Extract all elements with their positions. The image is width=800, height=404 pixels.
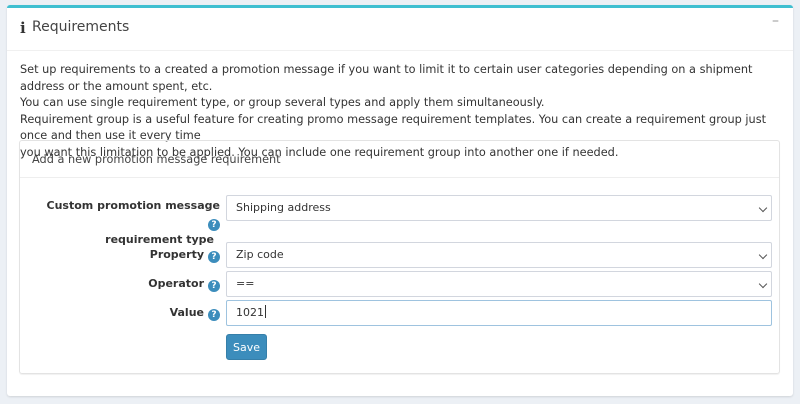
property-label-text: Property	[149, 248, 204, 261]
add-requirement-panel: Add a new promotion message requirement …	[19, 140, 780, 374]
help-icon[interactable]: ?	[208, 251, 220, 263]
text-caret	[265, 305, 266, 318]
card-title: Requirements	[32, 19, 130, 35]
value-label: Value?	[40, 304, 220, 321]
description-line: Set up requirements to a created a promo…	[20, 63, 753, 93]
operator-value: ==	[236, 277, 255, 290]
operator-select[interactable]: ==	[226, 271, 772, 297]
requirement-type-label-line1: Custom promotion message	[46, 199, 220, 212]
panel-title: Add a new promotion message requirement	[32, 153, 281, 166]
help-icon[interactable]: ?	[208, 280, 220, 292]
value-text: 1021	[236, 306, 264, 319]
operator-label: Operator?	[40, 275, 220, 292]
requirement-type-label: Custom promotion message? requirement ty…	[40, 197, 220, 248]
chevron-down-icon	[758, 203, 768, 213]
chevron-down-icon	[758, 250, 768, 260]
requirement-type-label-line2: requirement type	[105, 233, 214, 246]
help-icon[interactable]: ?	[208, 309, 220, 321]
help-icon[interactable]: ?	[208, 219, 220, 231]
value-input[interactable]: 1021	[226, 300, 772, 326]
collapse-icon[interactable]: –	[772, 13, 779, 29]
property-value: Zip code	[236, 248, 284, 261]
panel-header: Add a new promotion message requirement	[20, 141, 779, 178]
save-button[interactable]: Save	[226, 334, 267, 360]
requirements-card: i Requirements – Set up requirements to …	[7, 5, 793, 396]
chevron-down-icon	[758, 279, 768, 289]
property-label: Property?	[40, 246, 220, 263]
value-label-text: Value	[169, 306, 204, 319]
card-header: i Requirements –	[7, 8, 793, 51]
description-line: You can use single requirement type, or …	[20, 96, 545, 109]
property-select[interactable]: Zip code	[226, 242, 772, 268]
requirement-type-select[interactable]: Shipping address	[226, 195, 772, 221]
requirement-type-value: Shipping address	[236, 201, 331, 214]
info-icon: i	[20, 19, 26, 37]
value-input-text: 1021	[236, 301, 266, 325]
operator-label-text: Operator	[148, 277, 204, 290]
